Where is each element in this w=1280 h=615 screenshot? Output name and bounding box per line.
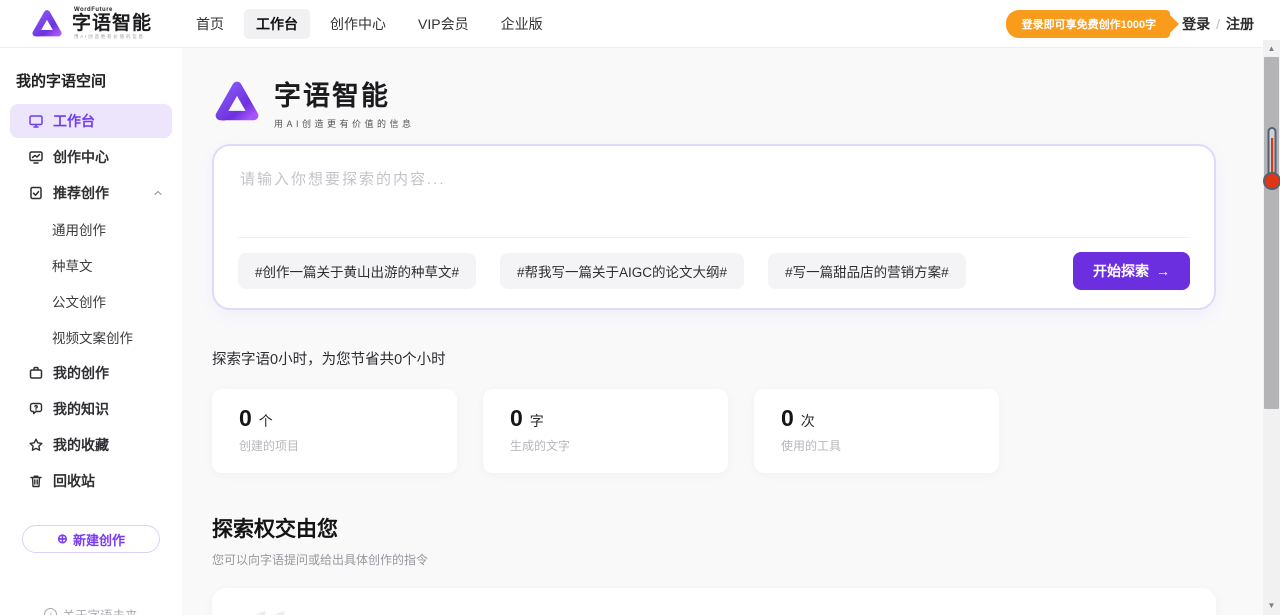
nav-vip[interactable]: VIP会员 [406, 9, 481, 39]
new-creation-button[interactable]: ⊕ 新建创作 [22, 525, 160, 553]
info-icon: i [44, 608, 57, 615]
scrollbar-up-arrow[interactable]: ▲ [1263, 40, 1280, 56]
sidebar-item-label: 工作台 [53, 111, 95, 131]
sidebar-subitem-video[interactable]: 视频文案创作 [0, 319, 182, 355]
sidebar-item-creation-center[interactable]: 创作中心 [10, 140, 172, 174]
sidebar-subitem-general[interactable]: 通用创作 [0, 211, 182, 247]
start-explore-button[interactable]: 开始探索 → [1073, 252, 1190, 290]
stat-value: 0 [510, 405, 523, 432]
plus-circle-icon: ⊕ [57, 531, 68, 547]
stat-card-words: 0 字 生成的文字 [483, 389, 728, 473]
main-brand-tagline: 用AI创造更有价值的信息 [274, 117, 415, 130]
new-creation-label: 新建创作 [73, 530, 125, 549]
stat-unit: 字 [530, 411, 544, 431]
nav-workbench[interactable]: 工作台 [244, 9, 310, 39]
header-logo[interactable]: WordFuture 字语智能 用AI创造更有价值的信息 [30, 7, 152, 41]
sidebar-item-label: 我的知识 [53, 399, 109, 419]
suggestion-chip[interactable]: #帮我写一篇关于AIGC的论文大纲# [500, 253, 744, 289]
sidebar-item-label: 我的创作 [53, 363, 109, 383]
nav-creation-center[interactable]: 创作中心 [318, 9, 398, 39]
sidebar-item-label: 创作中心 [53, 147, 109, 167]
stat-value: 0 [239, 405, 252, 432]
scrollbar-thumb[interactable] [1264, 57, 1279, 409]
stat-card-projects: 0 个 创建的项目 [212, 389, 457, 473]
auth-links: 登录 / 注册 [1182, 14, 1254, 34]
stat-cards-row: 0 个 创建的项目 0 字 生成的文字 0 次 使用的工具 [212, 389, 1280, 473]
stat-label: 创建的项目 [239, 437, 430, 454]
briefcase-icon [28, 365, 44, 381]
login-link[interactable]: 登录 [1182, 14, 1210, 34]
thermometer-extension-icon[interactable] [1263, 126, 1280, 192]
stat-label: 生成的文字 [510, 437, 701, 454]
brand-name: 字语智能 [72, 14, 152, 33]
scrollbar-down-arrow[interactable]: ▼ [1263, 597, 1280, 613]
question-bubble-icon [28, 401, 44, 417]
logo-triangle-icon [30, 7, 64, 41]
sidebar-item-my-creations[interactable]: 我的创作 [10, 356, 172, 390]
nav-enterprise[interactable]: 企业版 [489, 9, 555, 39]
sidebar-item-my-knowledge[interactable]: 我的知识 [10, 392, 172, 426]
sidebar-item-label: 推荐创作 [53, 183, 109, 203]
stat-label: 使用的工具 [781, 437, 972, 454]
logo-triangle-icon [212, 77, 262, 127]
sidebar: 我的字语空间 工作台 创作中心 推荐创作 通用创作 种草文 公文创作 视频文案创 [0, 48, 182, 615]
stat-unit: 次 [801, 411, 815, 431]
section-subtitle: 您可以向字语提问或给出具体创作的指令 [212, 551, 1280, 568]
login-promo-badge[interactable]: 登录即可享免费创作1000字 [1006, 10, 1170, 38]
auth-separator: / [1216, 16, 1220, 32]
search-input[interactable] [214, 146, 1214, 232]
arrow-right-icon: → [1156, 263, 1170, 279]
star-icon [28, 437, 44, 453]
trash-icon [28, 473, 44, 489]
start-explore-label: 开始探索 [1093, 261, 1149, 281]
register-link[interactable]: 注册 [1226, 14, 1254, 34]
brand-tagline-small: 用AI创造更有价值的信息 [74, 35, 152, 40]
chevron-up-icon[interactable] [152, 187, 164, 199]
suggestion-chip[interactable]: #写一篇甜品店的营销方案# [768, 253, 966, 289]
nav-home[interactable]: 首页 [184, 9, 236, 39]
suggestion-chip[interactable]: #创作一篇关于黄山出游的种草文# [238, 253, 476, 289]
sidebar-item-workbench[interactable]: 工作台 [10, 104, 172, 138]
stats-summary-line: 探索字语0小时，为您节省共0个小时 [212, 348, 1280, 369]
sidebar-item-recycle-bin[interactable]: 回收站 [10, 464, 172, 498]
main-brand-title: 字语智能 [274, 74, 415, 113]
stat-unit: 个 [259, 411, 273, 431]
sidebar-subitem-official[interactable]: 公文创作 [0, 283, 182, 319]
document-check-icon [28, 185, 44, 201]
sidebar-section-title: 我的字语空间 [16, 70, 182, 91]
sidebar-item-favorites[interactable]: 我的收藏 [10, 428, 172, 462]
main-content: 字语智能 用AI创造更有价值的信息 #创作一篇关于黄山出游的种草文# #帮我写一… [182, 48, 1280, 615]
top-header: WordFuture 字语智能 用AI创造更有价值的信息 首页 工作台 创作中心… [0, 0, 1280, 48]
sidebar-item-label: 回收站 [53, 471, 95, 491]
top-nav: 首页 工作台 创作中心 VIP会员 企业版 [184, 9, 555, 39]
sidebar-subitem-grass[interactable]: 种草文 [0, 247, 182, 283]
page-scrollbar[interactable]: ▲ ▼ [1263, 40, 1280, 615]
example-questions-card: “ 字语智能是什么? 嘿，帮我创作一篇北京出游攻略 [212, 588, 1216, 615]
monitor-chart-icon [28, 149, 44, 165]
suggestion-chips-row: #创作一篇关于黄山出游的种草文# #帮我写一篇关于AIGC的论文大纲# #写一篇… [238, 237, 1190, 308]
about-link[interactable]: i 关于字语未来 [0, 605, 182, 615]
sidebar-item-recommended[interactable]: 推荐创作 [10, 176, 172, 210]
stat-card-tools: 0 次 使用的工具 [754, 389, 999, 473]
sidebar-item-label: 我的收藏 [53, 435, 109, 455]
stat-value: 0 [781, 405, 794, 432]
about-label: 关于字语未来 [62, 605, 137, 615]
section-title: 探索权交由您 [212, 513, 1280, 543]
search-panel: #创作一篇关于黄山出游的种草文# #帮我写一篇关于AIGC的论文大纲# #写一篇… [212, 144, 1216, 310]
monitor-icon [28, 113, 44, 129]
quote-icon: “ [244, 596, 287, 615]
explore-section-head: 探索权交由您 您可以向字语提问或给出具体创作的指令 [212, 513, 1280, 568]
main-brand: 字语智能 用AI创造更有价值的信息 [212, 74, 1280, 130]
